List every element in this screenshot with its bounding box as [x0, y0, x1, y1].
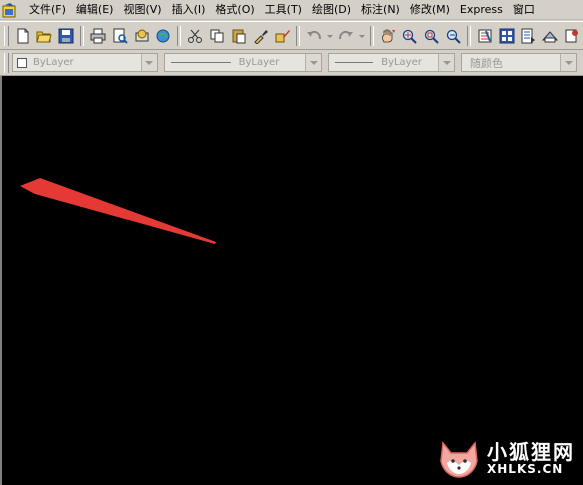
- zoom-previous-button[interactable]: [443, 25, 463, 47]
- watermark-en: XHLKS.CN: [487, 462, 564, 477]
- toolbar-separator: [80, 25, 85, 46]
- paintbrush-icon: [253, 29, 268, 44]
- color-swatch: [16, 57, 27, 68]
- lineweight-value: ByLayer: [381, 57, 422, 68]
- save-icon: [58, 28, 74, 43]
- copy-icon: [210, 29, 224, 42]
- chevron-down-icon[interactable]: [305, 54, 322, 71]
- menu-window[interactable]: 窗口: [508, 1, 540, 18]
- toolbar-separator: [369, 25, 374, 46]
- toolbar-grip[interactable]: [4, 25, 9, 46]
- redo-button[interactable]: [336, 25, 356, 47]
- lineweight-preview: [335, 62, 374, 63]
- chevron-down-icon[interactable]: [560, 54, 576, 71]
- redo-dropdown[interactable]: [358, 25, 366, 47]
- drawing-canvas[interactable]: 小狐狸网 XHLKS.CN: [0, 76, 583, 485]
- menu-tools[interactable]: 工具(T): [260, 1, 307, 18]
- paste-icon: [232, 29, 246, 43]
- menu-bar: 文件(F) 编辑(E) 视图(V) 插入(I) 格式(O) 工具(T) 绘图(D…: [0, 0, 583, 20]
- linetype-preview: [170, 62, 231, 63]
- undo-icon: [307, 30, 322, 39]
- etransmit-button[interactable]: [154, 25, 174, 47]
- menu-express[interactable]: Express: [455, 1, 508, 18]
- redo-icon: [338, 30, 353, 39]
- scissors-icon: [188, 29, 203, 43]
- zoom-window-icon: [425, 29, 440, 44]
- undo-dropdown[interactable]: [326, 25, 334, 47]
- chevron-down-icon: [327, 34, 334, 38]
- publish-button[interactable]: [132, 25, 152, 47]
- cut-button[interactable]: [185, 25, 205, 47]
- copy-button[interactable]: [207, 25, 227, 47]
- print-button[interactable]: [88, 25, 108, 47]
- design-center-icon: [499, 28, 515, 43]
- toolbar-separator: [177, 25, 182, 46]
- paste-button[interactable]: [229, 25, 249, 47]
- match-properties-button[interactable]: [251, 25, 271, 47]
- chevron-down-icon: [358, 34, 365, 38]
- plotstyle-value: 随颜色: [470, 56, 504, 70]
- standard-toolbar: [0, 21, 583, 50]
- menu-format[interactable]: 格式(O): [210, 1, 259, 18]
- menu-draw[interactable]: 绘图(D): [307, 1, 356, 18]
- watermark: 小狐狸网 XHLKS.CN: [437, 439, 575, 479]
- tool-palettes-icon: [521, 28, 536, 43]
- design-center-button[interactable]: [497, 25, 517, 47]
- menu-edit[interactable]: 编辑(E): [71, 1, 119, 18]
- menu-file[interactable]: 文件(F): [24, 1, 71, 18]
- sheet-set-icon: [542, 30, 559, 42]
- open-button[interactable]: [35, 25, 55, 47]
- fox-logo-icon: [440, 441, 478, 478]
- markup-button[interactable]: [562, 25, 582, 47]
- menu-view[interactable]: 视图(V): [118, 1, 166, 18]
- color-value: ByLayer: [32, 57, 74, 68]
- properties-toolbar: ByLayer ByLayer ByLayer 随颜色: [0, 50, 583, 76]
- zoom-realtime-icon: [403, 29, 418, 44]
- toolbar-separator: [467, 25, 471, 46]
- properties-button[interactable]: [475, 25, 495, 47]
- toolbar-grip[interactable]: [4, 52, 9, 73]
- plotstyle-control[interactable]: 随颜色: [461, 53, 577, 72]
- zoom-previous-icon: [447, 29, 461, 44]
- zoom-window-button[interactable]: [421, 25, 441, 47]
- save-button[interactable]: [56, 25, 76, 47]
- chevron-down-icon[interactable]: [438, 54, 455, 71]
- undo-button[interactable]: [304, 25, 324, 47]
- linetype-value: ByLayer: [238, 57, 280, 68]
- print-icon: [90, 28, 106, 43]
- plot-preview-icon: [113, 28, 128, 44]
- zoom-realtime-button[interactable]: [400, 25, 420, 47]
- lineweight-control[interactable]: ByLayer: [328, 53, 456, 72]
- app-logo-icon[interactable]: [2, 2, 18, 18]
- pan-button[interactable]: [378, 25, 398, 47]
- color-control[interactable]: ByLayer: [11, 53, 158, 72]
- markup-icon: [565, 29, 579, 42]
- plot-preview-button[interactable]: [110, 25, 130, 47]
- toolbar-separator: [296, 25, 301, 46]
- block-editor-button[interactable]: [273, 25, 293, 47]
- chevron-down-icon[interactable]: [140, 54, 157, 71]
- globe-icon: [156, 29, 170, 42]
- open-folder-icon: [36, 31, 53, 42]
- annotation-arrow: [20, 178, 216, 244]
- menu-dimension[interactable]: 标注(N): [356, 1, 405, 18]
- tool-palettes-button[interactable]: [519, 25, 539, 47]
- watermark-cn: 小狐狸网: [487, 440, 575, 465]
- menu-insert[interactable]: 插入(I): [167, 1, 211, 18]
- linetype-control[interactable]: ByLayer: [163, 53, 323, 72]
- publish-icon: [135, 29, 149, 41]
- properties-icon: [478, 29, 492, 42]
- pan-hand-icon: [381, 29, 395, 42]
- new-file-icon: [17, 28, 29, 43]
- menu-modify[interactable]: 修改(M): [405, 1, 455, 18]
- sheet-set-button[interactable]: [540, 25, 560, 47]
- block-editor-icon: [275, 29, 290, 42]
- new-button[interactable]: [13, 25, 33, 47]
